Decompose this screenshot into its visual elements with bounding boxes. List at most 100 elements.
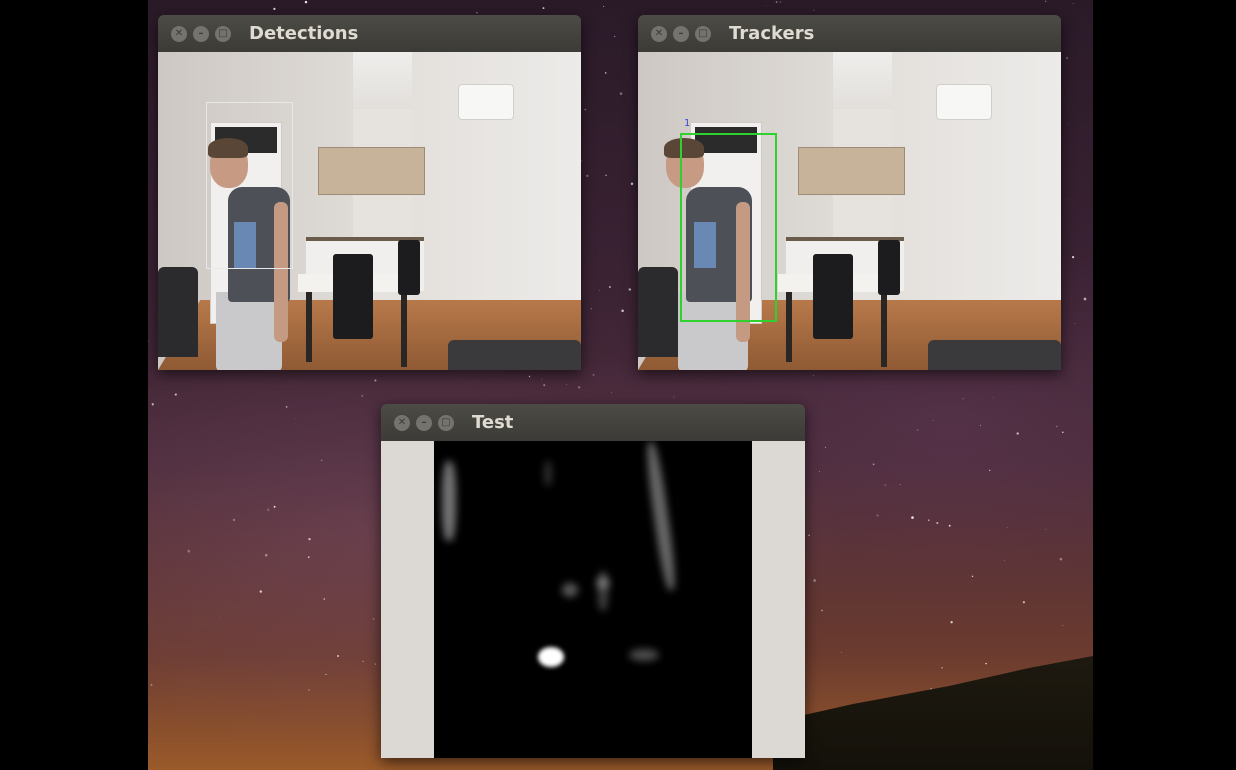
star (603, 6, 605, 7)
star (985, 662, 987, 665)
star (372, 618, 375, 620)
star (1068, 123, 1070, 125)
close-icon[interactable]: ✕ (651, 25, 667, 42)
star (294, 418, 296, 420)
star (543, 384, 546, 387)
star (941, 666, 943, 669)
star (325, 673, 327, 675)
star (220, 616, 222, 618)
tracker-bounding-box (680, 133, 777, 322)
maximize-icon[interactable]: □ (695, 25, 711, 42)
star (148, 340, 149, 342)
close-icon[interactable]: ✕ (394, 414, 410, 431)
star (630, 182, 634, 186)
window-title: Trackers (729, 23, 815, 44)
star (911, 516, 914, 519)
star (542, 7, 545, 10)
maximize-icon[interactable]: □ (438, 414, 454, 431)
heatmap-image (434, 441, 752, 758)
minimize-icon[interactable]: – (193, 25, 209, 42)
star (673, 396, 675, 398)
star (950, 621, 953, 624)
star (766, 5, 767, 6)
star (187, 549, 191, 553)
star (528, 375, 531, 378)
minimize-icon[interactable]: – (416, 414, 432, 431)
star (1065, 56, 1069, 60)
test-image-view (381, 441, 805, 758)
test-titlebar[interactable]: ✕ – □ Test (381, 404, 805, 441)
star (266, 508, 270, 512)
star (605, 174, 607, 177)
star (337, 655, 340, 657)
star (1074, 323, 1076, 324)
star (264, 553, 268, 557)
star (232, 518, 236, 522)
star (259, 590, 262, 593)
star (808, 534, 810, 537)
star (1016, 432, 1019, 435)
star (374, 379, 377, 382)
star (779, 1, 781, 3)
star (1066, 199, 1068, 201)
star (621, 309, 624, 313)
star (566, 384, 568, 385)
window-title: Test (472, 412, 514, 433)
window-title: Detections (249, 23, 359, 44)
star (980, 424, 981, 426)
trackers-titlebar[interactable]: ✕ – □ Trackers (638, 15, 1061, 52)
star (989, 469, 991, 472)
star (174, 393, 177, 396)
star (308, 689, 310, 691)
star (876, 514, 879, 517)
detection-bounding-box (206, 102, 293, 269)
star (1072, 256, 1075, 259)
star (962, 398, 964, 400)
detections-window[interactable]: ✕ – □ Detections (158, 15, 581, 370)
detections-titlebar[interactable]: ✕ – □ Detections (158, 15, 581, 52)
star (321, 459, 323, 461)
star (1045, 528, 1047, 530)
trackers-window[interactable]: ✕ – □ Trackers 1 (638, 15, 1061, 370)
star (609, 286, 611, 288)
detections-video-frame (158, 52, 581, 370)
star (1056, 425, 1058, 428)
star (599, 289, 601, 291)
star (1072, 3, 1074, 5)
star (577, 386, 581, 389)
star (1045, 0, 1047, 2)
star (604, 72, 607, 74)
star (590, 307, 593, 310)
star (813, 374, 815, 376)
star (610, 392, 612, 394)
test-window[interactable]: ✕ – □ Test (381, 404, 805, 758)
star (586, 174, 589, 178)
star (971, 575, 974, 578)
star (992, 397, 994, 399)
star (304, 0, 308, 4)
star (1059, 557, 1063, 561)
star (476, 12, 478, 14)
minimize-icon[interactable]: – (673, 25, 689, 42)
star (1006, 526, 1008, 528)
star (1022, 601, 1026, 604)
star (374, 663, 376, 665)
maximize-icon[interactable]: □ (215, 25, 231, 42)
star (361, 394, 364, 397)
star (307, 556, 310, 559)
star (308, 537, 311, 541)
star (821, 609, 823, 612)
star (151, 403, 154, 406)
star (899, 484, 901, 486)
close-icon[interactable]: ✕ (171, 25, 187, 42)
star (323, 598, 326, 600)
star (884, 484, 886, 486)
star (932, 420, 934, 421)
star (927, 519, 930, 522)
star (841, 651, 842, 653)
star (581, 160, 583, 162)
star (541, 378, 543, 380)
star (1004, 560, 1005, 561)
star (614, 35, 616, 38)
star (592, 373, 595, 376)
